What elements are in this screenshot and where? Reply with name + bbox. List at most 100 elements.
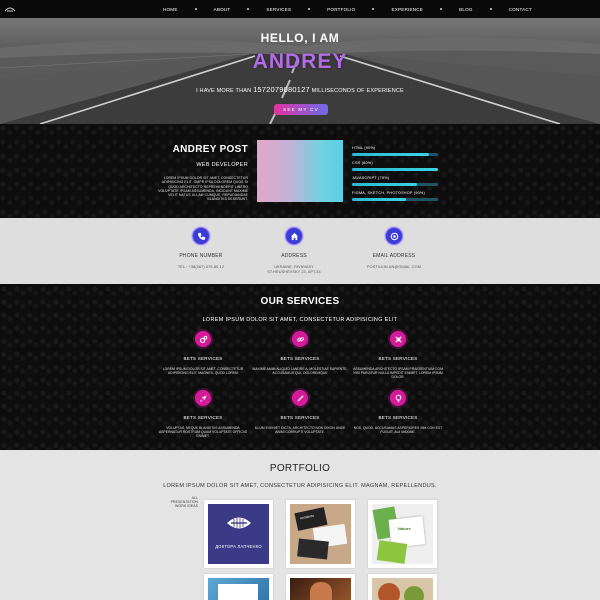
skill-bar-fill	[352, 168, 438, 171]
nav-separator	[308, 8, 311, 10]
portfolio-subtitle: LOREM IPSUM DOLOR SIT AMET, CONSECTETUR …	[163, 483, 437, 489]
about-role: WEB DEVELOPER	[196, 162, 248, 168]
service-card: BETS SERVICES LOREM IPSUM DOLOR SIT AMET…	[155, 331, 251, 375]
skill-label: HTML (90%)	[352, 146, 376, 150]
skill-bar-fill	[352, 183, 417, 186]
nav-separator	[194, 8, 197, 10]
about-description: LOREM IPSUM DOLOR SIT AMET, CONSECTETUR …	[158, 176, 248, 202]
phone-icon[interactable]	[192, 227, 210, 245]
nav-item-portfolio[interactable]: PORTFOLIO	[327, 7, 355, 12]
portfolio-card[interactable]	[204, 574, 273, 600]
service-description: LOREM IPSUM DOLOR SIT AMET, CONSECTETUR …	[162, 367, 244, 376]
page: HOME ABOUT SERVICES PORTFOLIO EXPERIENCE…	[0, 0, 600, 600]
portfolio-card[interactable]	[286, 574, 355, 600]
hero-section: HELLO, I AM ANDREY I HAVE MORE THAN 1572…	[0, 18, 600, 124]
portfolio-image	[290, 578, 351, 600]
service-title: BETS SERVICES	[280, 356, 320, 361]
gears-icon	[195, 331, 211, 347]
portfolio-title: PORTFOLIO	[269, 463, 331, 474]
hero-experience: I HAVE MORE THAN 1572079080127 MILLISECO…	[0, 85, 600, 94]
nav-separator	[247, 8, 250, 10]
service-title: BETS SERVICES	[378, 356, 418, 361]
contact-title: ADDRESS	[281, 253, 307, 259]
nav-item-experience[interactable]: EXPERIENCE	[391, 7, 423, 12]
service-card: BETS SERVICES ILLUM EVENIET DICTA, ARCHI…	[252, 390, 348, 434]
nav-separator	[489, 8, 492, 10]
nav-separator	[440, 8, 443, 10]
rocket-icon	[195, 390, 211, 406]
about-name: ANDREY POST	[172, 144, 248, 155]
about-image	[257, 140, 343, 202]
services-subtitle: LOREM IPSUM DOLOR SIT AMET, CONSECTETUR …	[202, 317, 398, 323]
experience-prefix: I HAVE MORE THAN	[196, 88, 252, 94]
service-description: ASSUMENDA ARCHITECTO IPSAM PRAESENTIUM C…	[353, 367, 443, 380]
nav-item-blog[interactable]: BLOG	[459, 7, 473, 12]
portfolio-card[interactable]	[368, 574, 437, 600]
logo-icon[interactable]	[4, 5, 16, 13]
service-description: VOLUPTAS, NEQUE BLANDITIIS ASSUMENDA ASP…	[159, 426, 247, 439]
skill-bar-fill	[352, 198, 407, 201]
service-title: BETS SERVICES	[183, 415, 223, 420]
portfolio-image	[372, 578, 433, 600]
service-card: BETS SERVICES ASSUMENDA ARCHITECTO IPSAM…	[350, 331, 446, 380]
nav-item-about[interactable]: ABOUT	[214, 7, 231, 12]
skill-label: FIGMA, SKETCH, PHOTOSHOP (90%)	[352, 191, 425, 195]
skill-item: HTML (90%)	[352, 144, 440, 159]
skills-list: HTML (90%) CSS (80%) JAVASCRIPT (75%) FI…	[352, 144, 440, 204]
link-icon	[292, 331, 308, 347]
contact-section: PHONE NUMBER TEL.: +38(067) 079-80-12 AD…	[0, 218, 600, 284]
service-description: NOS, QUOD. ACCUSAMUS ASPERIORES SIM CON …	[353, 426, 443, 435]
service-title: BETS SERVICES	[280, 415, 320, 420]
contact-value: UKRAINE, RIVNVASY ST.HRUSHEVSKY 23, APT.…	[267, 265, 321, 274]
skill-item: JAVASCRIPT (75%)	[352, 174, 440, 189]
see-my-cv-button[interactable]: SEE MY CV	[274, 104, 328, 115]
nav-separator	[372, 8, 375, 10]
portfolio-filters: ALL PRESENTATION WORK IDEAS	[160, 496, 198, 509]
skill-bar-fill	[352, 153, 430, 156]
service-description: ILLUM EVENIET DICTA, ARCHITECTO NON DIXO…	[254, 426, 346, 435]
portfolio-image: Architecto	[290, 504, 351, 564]
services-section: OUR SERVICES LOREM IPSUM DOLOR SIT AMET,…	[0, 284, 600, 450]
skill-item: FIGMA, SKETCH, PHOTOSHOP (90%)	[352, 189, 440, 204]
portfolio-card[interactable]: ДОКТОРА ЛАПЧЕНКО	[204, 500, 273, 568]
service-title: BETS SERVICES	[183, 356, 223, 361]
bulb-icon	[390, 390, 406, 406]
hero-name: ANDREY	[252, 50, 348, 73]
portfolio-image: ДОКТОРА ЛАПЧЕНКО	[208, 504, 269, 564]
experience-counter: 1572079080127	[253, 85, 310, 94]
skill-bar	[352, 183, 438, 186]
contact-title: EMAIL ADDRESS	[372, 253, 416, 259]
skill-bar	[352, 198, 438, 201]
contact-address: ADDRESS UKRAINE, RIVNVASY ST.HRUSHEVSKY …	[239, 227, 349, 274]
portfolio-section: PORTFOLIO LOREM IPSUM DOLOR SIT AMET, CO…	[0, 450, 600, 600]
teeth-logo-icon	[227, 517, 251, 529]
home-icon[interactable]	[285, 227, 303, 245]
contact-value[interactable]: POSTILKIN.AN@GMAIL.COM	[339, 265, 449, 270]
nav-item-home[interactable]: HOME	[163, 7, 178, 12]
service-title: BETS SERVICES	[378, 415, 418, 420]
portfolio-card[interactable]: Nature	[368, 500, 437, 568]
filter-work-ideas[interactable]: WORK IDEAS	[160, 504, 198, 508]
portfolio-image	[208, 578, 269, 600]
skill-label: JAVASCRIPT (75%)	[352, 176, 390, 180]
skill-bar	[352, 153, 438, 156]
service-description: MAXIME AMIM ALIQUID LANDRE A, MOLESTIAE …	[252, 367, 348, 376]
contact-email: EMAIL ADDRESS POSTILKIN.AN@GMAIL.COM	[339, 227, 449, 270]
pen-icon	[292, 390, 308, 406]
target-icon[interactable]	[385, 227, 403, 245]
services-title: OUR SERVICES	[260, 296, 340, 307]
top-navbar: HOME ABOUT SERVICES PORTFOLIO EXPERIENCE…	[0, 0, 600, 18]
skill-item: CSS (80%)	[352, 159, 440, 174]
portfolio-card[interactable]: Architecto	[286, 500, 355, 568]
about-section: ANDREY POST WEB DEVELOPER LOREM IPSUM DO…	[0, 124, 600, 218]
hero-content: HELLO, I AM ANDREY I HAVE MORE THAN 1572…	[0, 18, 600, 124]
portfolio-image: Nature	[372, 504, 433, 564]
experience-suffix: MILLISECONDS OF EXPERIENCE	[311, 88, 404, 94]
hero-greeting: HELLO, I AM	[260, 31, 340, 45]
nav-item-contact[interactable]: CONTACT	[509, 7, 532, 12]
service-card: BETS SERVICES VOLUPTAS, NEQUE BLANDITIIS…	[155, 390, 251, 439]
nav-item-services[interactable]: SERVICES	[266, 7, 291, 12]
nav-menu: HOME ABOUT SERVICES PORTFOLIO EXPERIENCE…	[163, 0, 532, 18]
cross-icon	[390, 331, 406, 347]
card-caption: ДОКТОРА ЛАПЧЕНКО	[215, 544, 262, 549]
